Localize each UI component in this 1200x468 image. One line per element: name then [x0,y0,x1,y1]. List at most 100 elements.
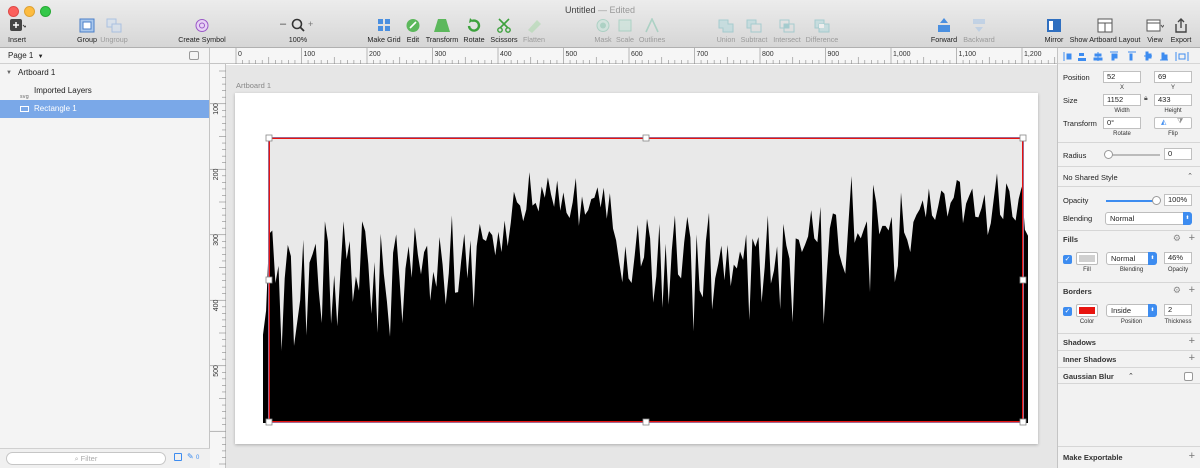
artboard-layout-icon [1096,18,1114,33]
add-border-icon[interactable]: + [1189,284,1195,296]
shared-style-row[interactable]: No Shared Style ⌃ [1058,166,1200,186]
resize-handle[interactable] [265,134,273,142]
view-button[interactable]: View [1144,18,1166,46]
opacity-slider[interactable] [1106,200,1156,202]
scissors-label: Scissors [490,35,518,44]
border-thickness-field[interactable]: 2 [1164,304,1192,316]
blur-type-chevron-icon[interactable]: ⌃ [1128,372,1134,380]
add-export-icon[interactable]: + [1189,450,1195,462]
add-inner-shadow-icon[interactable]: + [1189,352,1195,364]
make-grid-button[interactable]: Make Grid [366,18,402,46]
resize-handle[interactable] [1019,134,1027,142]
copy-icon[interactable] [174,453,182,461]
x-field[interactable]: 52 [1103,71,1141,83]
show-artboard-layout-button[interactable]: Show Artboard Layout [1068,18,1142,46]
zoom-in-button[interactable]: + [308,19,313,29]
pages-toggle-icon[interactable] [189,51,199,60]
height-field[interactable]: 433 [1154,94,1192,106]
gear-icon[interactable]: ⚙ [1173,285,1181,296]
layer-artboard[interactable]: ▼ Artboard 1 [0,64,209,82]
insert-button[interactable]: Insert [6,18,28,46]
alignment-icons[interactable] [1058,48,1200,64]
artboard-title[interactable]: Artboard 1 [236,81,271,90]
add-fill-icon[interactable]: + [1189,232,1195,244]
flip-vertical-icon[interactable]: ⧩ [1177,118,1183,126]
layer-rectangle[interactable]: Rectangle 1 [0,100,209,118]
ungroup-button[interactable]: Ungroup [100,18,128,46]
area-chart[interactable] [235,93,1038,444]
mirror-button[interactable]: Mirror [1042,18,1066,46]
y-field[interactable]: 69 [1154,71,1192,83]
border-enabled-checkbox[interactable]: ✓ [1063,307,1072,316]
resize-handle[interactable] [265,418,273,426]
flatten-icon [525,18,543,33]
width-field[interactable]: 1152 [1103,94,1141,106]
flip-horizontal-icon[interactable]: ◭ [1161,118,1166,126]
radius-slider-knob[interactable] [1104,150,1113,159]
make-exportable-row[interactable]: Make Exportable + [1058,446,1200,468]
vertical-ruler[interactable]: 100 200 300 400 500 [210,64,226,468]
subtract-button[interactable]: Subtract [739,18,769,46]
fill-color-well[interactable] [1076,252,1098,265]
radius-slider[interactable] [1106,154,1160,156]
difference-button[interactable]: Difference [804,18,840,46]
transform-button[interactable]: Transform [425,18,459,46]
flip-control[interactable]: ◭ ⧩ [1154,117,1192,129]
export-button[interactable]: Export [1168,18,1194,46]
lock-ratio-icon[interactable]: 🔒︎ [1144,95,1148,103]
ruler-label: 1,000 [893,51,911,58]
layer-group[interactable]: svg Imported Layers [0,82,209,100]
gear-icon[interactable]: ⚙ [1173,233,1181,244]
page-selector[interactable]: Page 1 ▼ [0,48,209,64]
group-button[interactable]: Group [76,18,98,46]
resize-handle[interactable] [1019,418,1027,426]
flatten-button[interactable]: Flatten [521,18,547,46]
inner-shadows-header[interactable]: Inner Shadows + [1058,350,1200,367]
border-position-dropdown[interactable]: Inside ⬍ [1106,304,1157,317]
fill-blending-dropdown[interactable]: Normal ⬍ [1106,252,1157,265]
mask-button[interactable]: Mask [592,18,614,46]
disclosure-triangle-icon[interactable]: ▼ [6,64,12,82]
brush-icon[interactable]: ✎ [187,452,194,461]
fill-enabled-checkbox[interactable]: ✓ [1063,255,1072,264]
gaussian-blur-header[interactable]: Gaussian Blur ⌃ [1058,367,1200,384]
ruler-label: 900 [828,51,840,58]
fill-opacity-field[interactable]: 46% [1164,252,1192,264]
scissors-button[interactable]: Scissors [489,18,519,46]
zoom-out-button[interactable]: – [280,18,286,30]
rotate-button[interactable]: Rotate [462,18,486,46]
scale-button[interactable]: Scale [614,18,636,46]
filter-input[interactable]: ⌕ Filter [6,452,166,465]
opacity-slider-knob[interactable] [1152,196,1161,205]
union-label: Union [716,35,736,44]
add-shadow-icon[interactable]: + [1189,335,1195,347]
resize-handle[interactable] [265,276,273,284]
resize-handle[interactable] [642,134,650,142]
resize-handle[interactable] [642,418,650,426]
shadows-header[interactable]: Shadows + [1058,333,1200,350]
shared-style-select[interactable]: No Shared Style [1063,173,1118,182]
border-color-well[interactable] [1076,304,1098,317]
edit-button[interactable]: Edit [404,18,422,46]
outlines-button[interactable]: Outlines [637,17,667,46]
borders-header: Borders ⚙ + [1058,282,1200,299]
blur-enabled-checkbox[interactable] [1184,372,1193,381]
chevron-updown-icon: ⬍ [1183,212,1192,225]
rotate-label: Rotate [463,35,485,44]
fill-opacity-caption: Opacity [1167,267,1189,273]
rotate-field[interactable]: 0° [1103,117,1141,129]
resize-handle[interactable] [1019,276,1027,284]
border-color-caption: Color [1079,319,1095,325]
opacity-field[interactable]: 100% [1164,194,1192,206]
create-symbol-button[interactable]: Create Symbol [178,18,226,46]
union-button[interactable]: Union [714,18,738,46]
magnifier-icon [291,18,305,32]
chevron-updown-icon: ⬍ [1148,304,1157,317]
window-title: Untitled — Edited [0,5,1200,15]
forward-button[interactable]: Forward [930,18,958,46]
horizontal-ruler[interactable]: 0 100 200 300 400 500 600 700 800 900 1,000 1,100 1,… [210,48,1057,64]
intersect-button[interactable]: Intersect [771,18,803,46]
blending-dropdown[interactable]: Normal ⬍ [1105,212,1192,225]
radius-field[interactable]: 0 [1164,148,1192,160]
backward-button[interactable]: Backward [961,18,997,46]
